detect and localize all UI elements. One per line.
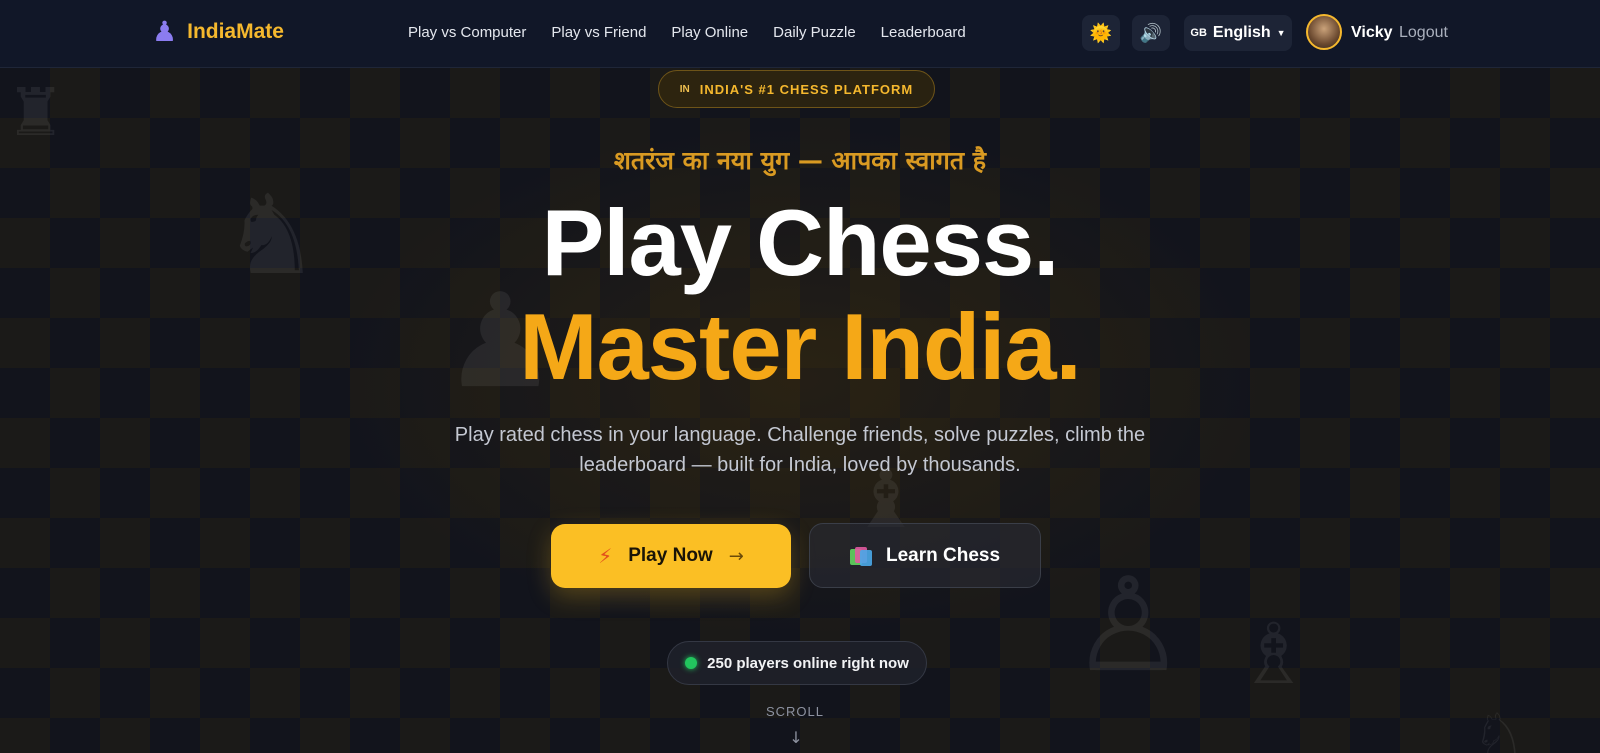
- nav-link-play-online[interactable]: Play Online: [671, 24, 748, 41]
- speaker-icon: 🔊: [1139, 22, 1163, 44]
- headline-line-1: Play Chess.: [541, 190, 1060, 295]
- navbar: ♟ IndiaMate Play vs Computer Play vs Fri…: [0, 0, 1600, 68]
- user-avatar[interactable]: [1306, 14, 1342, 50]
- nav-link-daily-puzzle[interactable]: Daily Puzzle: [773, 24, 856, 41]
- learn-chess-button[interactable]: Learn Chess: [809, 523, 1041, 588]
- books-icon: [849, 546, 872, 566]
- learn-chess-label: Learn Chess: [885, 544, 1001, 566]
- main-nav: Play vs Computer Play vs Friend Play Onl…: [408, 24, 966, 41]
- ghost-pawn-right-icon: ♙: [1070, 549, 1187, 701]
- hindi-tagline: शतरंज का नया युग — आपका स्वागत है: [613, 146, 987, 175]
- scroll-down-icon[interactable]: ↓: [0, 728, 1592, 747]
- ghost-rook-icon: ♜: [6, 74, 66, 151]
- scroll-hint-label: SCROLL: [765, 704, 825, 719]
- nav-link-leaderboard[interactable]: Leaderboard: [881, 24, 966, 41]
- brand-logo[interactable]: ♟ IndiaMate: [152, 18, 284, 46]
- hero-subtitle: Play rated chess in your language. Chall…: [454, 424, 1146, 476]
- nav-link-play-vs-computer[interactable]: Play vs Computer: [408, 24, 526, 41]
- caret-down-icon: ▼: [1276, 28, 1286, 38]
- language-selector[interactable]: GB English ▼: [1184, 15, 1292, 51]
- ghost-bishop-right-icon: ♗: [1236, 605, 1312, 703]
- online-status-pill: 250 players online right now: [667, 641, 927, 685]
- online-indicator-icon: [685, 657, 698, 669]
- username[interactable]: Vicky: [1351, 24, 1393, 42]
- platform-badge: IN INDIA'S #1 CHESS PLATFORM: [658, 70, 935, 108]
- sound-toggle-button[interactable]: 🔊: [1132, 15, 1170, 51]
- pawn-logo-icon: ♟: [152, 15, 178, 48]
- lightning-icon: ⚡: [598, 544, 613, 568]
- online-count-text: 250 players online right now: [707, 654, 909, 672]
- gb-flag-icon: GB: [1190, 27, 1207, 39]
- arrow-right-icon: →: [728, 545, 744, 567]
- badge-text: INDIA'S #1 CHESS PLATFORM: [699, 81, 914, 97]
- sun-icon: 🌞: [1089, 22, 1113, 44]
- logout-link[interactable]: Logout: [1399, 24, 1448, 42]
- india-flag-icon: IN: [679, 83, 690, 95]
- language-label: English: [1212, 24, 1271, 41]
- brand-name: IndiaMate: [187, 20, 284, 43]
- nav-link-play-vs-friend[interactable]: Play vs Friend: [551, 24, 646, 41]
- headline-line-2: Master India.: [519, 294, 1082, 399]
- theme-toggle-button[interactable]: 🌞: [1082, 15, 1120, 51]
- play-now-label: Play Now: [628, 545, 713, 566]
- play-now-button[interactable]: ⚡ Play Now →: [551, 524, 791, 588]
